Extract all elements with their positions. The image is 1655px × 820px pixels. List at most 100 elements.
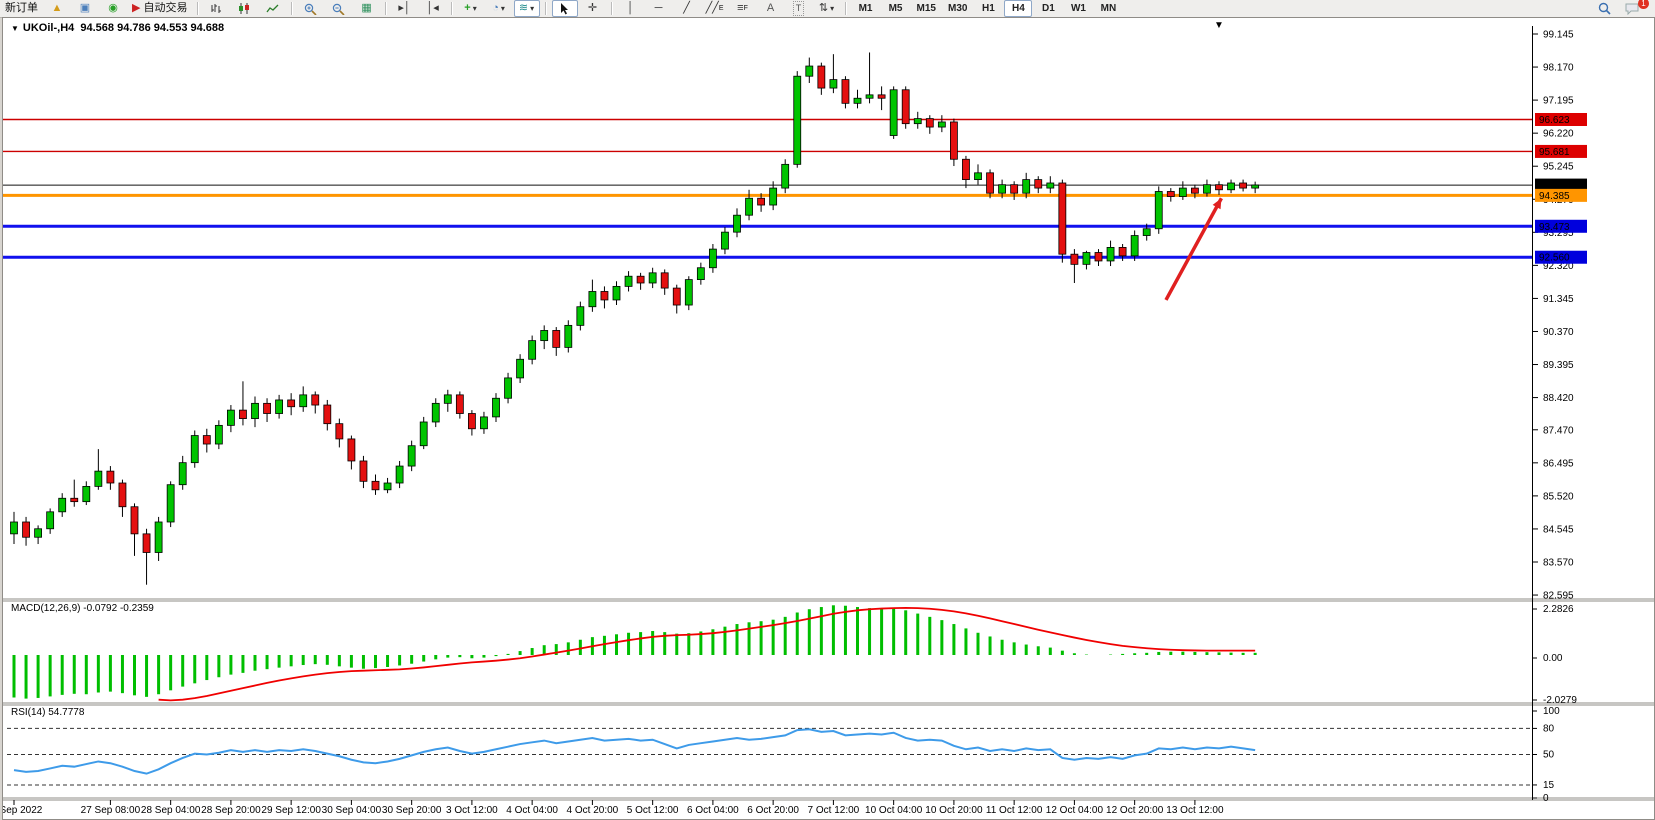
candle-body — [420, 422, 427, 446]
indicators-button[interactable]: +▾ — [458, 0, 484, 17]
candle-body — [709, 249, 716, 268]
candle-body — [661, 273, 668, 288]
chart-shift-icon: │◂ — [426, 2, 438, 15]
candle-body — [432, 403, 439, 422]
zoom-in-button[interactable] — [298, 0, 324, 17]
chevron-down-icon: ▾ — [501, 2, 505, 15]
macd-scale-label: 2.2826 — [1543, 604, 1574, 615]
time-axis-label: 12 Oct 04:00 — [1046, 805, 1104, 816]
price-axis-label: 85.520 — [1543, 491, 1574, 502]
broadcast-icon: ◉ — [108, 2, 118, 15]
chat-button[interactable]: 1 — [1619, 0, 1645, 17]
candle-body — [1155, 191, 1162, 228]
price-axis-label: 89.395 — [1543, 360, 1574, 371]
candle-body — [191, 436, 198, 463]
candle-body — [529, 341, 536, 360]
chart-canvas[interactable]: ▼99.14598.17097.19596.22095.24594.27093.… — [3, 18, 1654, 819]
bar-chart-icon — [210, 3, 223, 14]
chart-window[interactable]: ▼UKOil-,H4 94.568 94.786 94.553 94.688 M… — [2, 17, 1655, 820]
text-icon: A — [767, 2, 774, 15]
cursor-button[interactable] — [552, 0, 578, 17]
rsi-line — [14, 729, 1255, 773]
auto-trading-button[interactable]: ▶ 自动交易 — [128, 0, 192, 17]
chart-title: ▼UKOil-,H4 94.568 94.786 94.553 94.688 — [11, 22, 224, 34]
candle-body — [589, 291, 596, 306]
candlestick-button[interactable] — [232, 0, 258, 17]
candle-body — [107, 471, 114, 483]
tf-m15-button[interactable]: M15 — [912, 0, 941, 17]
candle-body — [288, 400, 295, 407]
price-axis-label: 97.195 — [1543, 96, 1574, 107]
candle-body — [179, 463, 186, 485]
separator — [385, 2, 387, 15]
time-axis-label: 12 Oct 20:00 — [1106, 805, 1164, 816]
templates-button[interactable]: ≋▾ — [514, 0, 540, 17]
chart-shift-button[interactable]: │◂ — [420, 0, 446, 17]
candle-body — [1252, 185, 1259, 188]
time-axis-label: 6 Oct 20:00 — [747, 805, 799, 816]
search-button[interactable] — [1591, 0, 1617, 17]
vertical-line-button[interactable]: │ — [618, 0, 644, 17]
crosshair-button[interactable]: ✛ — [580, 0, 606, 17]
horizontal-line-button[interactable]: ─ — [646, 0, 672, 17]
zoom-out-button[interactable] — [326, 0, 352, 17]
candle-body — [613, 286, 620, 300]
mt4-terminal: { "toolbar": { "new_order": "新订单", "auto… — [0, 0, 1655, 820]
candle-body — [830, 80, 837, 88]
candle-body — [890, 90, 897, 136]
tf-h4-button[interactable]: H4 — [1004, 0, 1032, 17]
candle-body — [1143, 229, 1150, 236]
tf-d1-button[interactable]: D1 — [1034, 0, 1062, 17]
cursor-icon — [560, 3, 570, 15]
tf-h1-button[interactable]: H1 — [974, 0, 1002, 17]
candle-body — [23, 522, 30, 537]
arrows-tool-button[interactable]: ⇅▾ — [814, 0, 840, 17]
auto-scroll-button[interactable]: ▸│ — [392, 0, 418, 17]
tf-w1-button[interactable]: W1 — [1064, 0, 1092, 17]
candle-body — [1131, 236, 1138, 256]
candle-body — [649, 273, 656, 283]
price-badge-label: 95.681 — [1539, 147, 1570, 158]
bar-chart-button[interactable] — [204, 0, 230, 17]
market-watch-icon[interactable]: ▲ — [44, 0, 70, 17]
trendline-button[interactable]: ╱ — [674, 0, 700, 17]
candle-body — [1011, 185, 1018, 193]
tf-m5-button[interactable]: M5 — [882, 0, 910, 17]
zoom-in-icon — [304, 3, 317, 15]
tf-m30-button[interactable]: M30 — [943, 0, 972, 17]
candle-body — [300, 395, 307, 407]
chevron-down-icon[interactable]: ▼ — [11, 24, 19, 33]
chevron-down-icon: ▾ — [473, 2, 477, 15]
channel-button[interactable]: ╱╱E — [702, 0, 728, 17]
terminal-icon[interactable]: ▣ — [72, 0, 98, 17]
text-label-button[interactable]: T — [786, 0, 812, 17]
candle-body — [372, 481, 379, 489]
candle-body — [480, 417, 487, 429]
candle-body — [601, 291, 608, 299]
candle-body — [215, 425, 222, 444]
fibonacci-button[interactable]: ≡F — [730, 0, 756, 17]
tf-m1-button[interactable]: M1 — [852, 0, 880, 17]
time-axis-label: 30 Sep 04:00 — [322, 805, 382, 816]
textbox-icon: T — [793, 1, 805, 16]
hline-icon: ─ — [655, 2, 663, 15]
rsi-scale-label: 0 — [1543, 793, 1549, 804]
candle-body — [1228, 183, 1235, 190]
time-axis-label: 28 Sep 04:00 — [141, 805, 201, 816]
monitor-icon: ▣ — [80, 2, 90, 15]
periods-button[interactable]: ◔▾ — [486, 0, 512, 17]
rsi-scale-label: 50 — [1543, 750, 1555, 761]
time-axis-label: 6 Oct 04:00 — [687, 805, 739, 816]
chevron-down-icon: ▾ — [830, 2, 834, 15]
tile-windows-button[interactable]: ▦ — [354, 0, 380, 17]
candle-body — [1167, 191, 1174, 196]
candle-body — [59, 498, 66, 512]
line-chart-button[interactable] — [260, 0, 286, 17]
candle-body — [493, 398, 500, 417]
signal-icon[interactable]: ◉ — [100, 0, 126, 17]
candle-body — [782, 164, 789, 188]
candle-body — [203, 436, 210, 444]
text-tool-button[interactable]: A — [758, 0, 784, 17]
tf-mn-button[interactable]: MN — [1094, 0, 1122, 17]
new-order-button[interactable]: 新订单 — [1, 0, 42, 17]
